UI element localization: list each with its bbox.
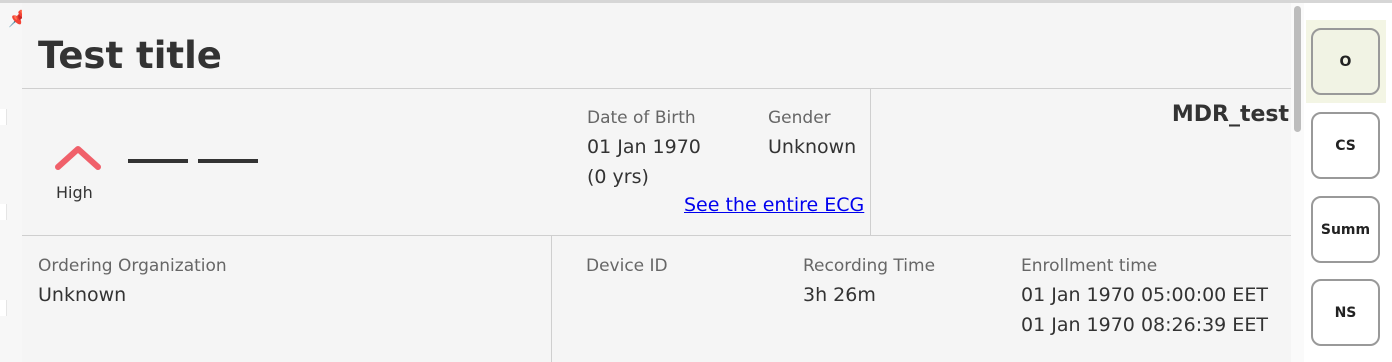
divider xyxy=(870,88,871,235)
nav-button-o[interactable]: O xyxy=(1311,28,1380,95)
ordering-organization-value: Unknown xyxy=(38,284,127,306)
enrollment-start-value: 01 Jan 1970 05:00:00 EET xyxy=(1021,284,1268,306)
date-of-birth-value: 01 Jan 1970 xyxy=(587,136,701,158)
empty-value-dash xyxy=(128,159,188,163)
patient-card: Test title High Date of Birth 01 Jan 197… xyxy=(22,3,1291,362)
age-value: (0 yrs) xyxy=(587,166,649,188)
gender-label: Gender xyxy=(768,108,831,128)
nav-button-cs[interactable]: CS xyxy=(1311,112,1380,179)
page-title: Test title xyxy=(38,34,222,77)
ordering-organization-label: Ordering Organization xyxy=(38,256,227,276)
divider xyxy=(22,88,1291,89)
device-id-label: Device ID xyxy=(586,256,668,276)
recording-time-label: Recording Time xyxy=(803,256,936,276)
nav-button-summ[interactable]: Summ xyxy=(1311,196,1380,263)
rail-fragment xyxy=(0,109,7,125)
recording-time-value: 3h 26m xyxy=(803,284,876,306)
divider xyxy=(551,235,552,362)
left-rail: 📌 xyxy=(0,3,28,362)
chevron-up-icon xyxy=(55,146,101,170)
scrollbar-thumb[interactable] xyxy=(1294,6,1301,132)
patient-name: MDR_test xyxy=(1171,102,1289,127)
trend-label: High xyxy=(56,183,93,202)
gender-value: Unknown xyxy=(768,136,857,158)
enrollment-time-label: Enrollment time xyxy=(1021,256,1158,276)
enrollment-end-value: 01 Jan 1970 08:26:39 EET xyxy=(1021,314,1268,336)
see-entire-ecg-link[interactable]: See the entire ECG xyxy=(684,194,864,216)
rail-fragment xyxy=(0,204,7,220)
rail-fragment xyxy=(0,300,7,316)
divider xyxy=(22,235,1291,236)
nav-button-ns[interactable]: NS xyxy=(1311,279,1380,346)
date-of-birth-label: Date of Birth xyxy=(587,108,696,128)
empty-value-dash xyxy=(198,159,258,163)
